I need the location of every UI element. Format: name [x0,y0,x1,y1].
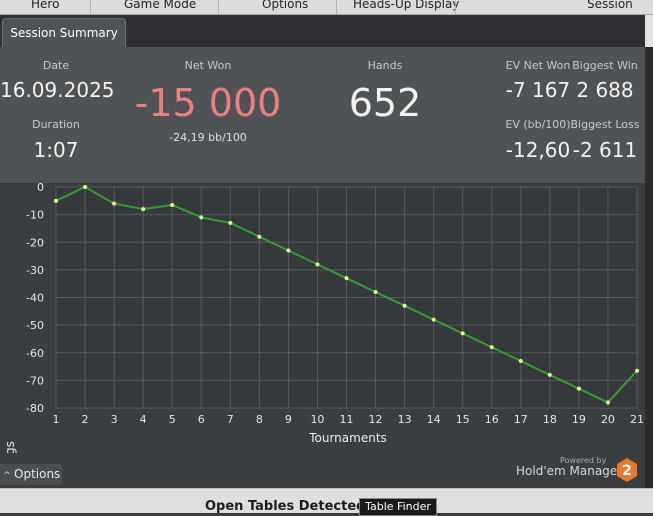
x-tick-label: 5 [169,413,176,426]
table-finder-button[interactable]: Table Finder [359,498,437,516]
session-summary-panel: Date 16.09.2025 Duration 1:07 Net Won -1… [0,47,645,183]
options-label: Options [14,467,61,481]
ev-net-won-value: -7 167 [505,78,571,102]
x-tick-label: 10 [310,413,324,426]
menu-separator [336,0,337,14]
x-tick-label: 6 [198,413,205,426]
data-point [605,400,610,405]
ev-bb-label: EV (bb/100) [505,118,571,131]
tab-scrollbar[interactable] [645,15,653,47]
x-axis-title: Tournaments [308,431,387,445]
x-tick-label: 17 [514,413,528,426]
tab-strip: Session Summary [0,15,653,48]
x-tick-label: 19 [572,413,586,426]
biggest-loss-value: -2 611 [572,138,638,162]
net-won-label: Net Won [184,59,232,72]
data-point [286,248,291,253]
chevron-up-icon: ^ [3,471,11,481]
duration-value: 1:07 [33,138,79,162]
y-tick-label: -10 [26,209,44,222]
menu-session[interactable]: Session [587,0,633,11]
data-point [257,234,262,239]
menu-hero[interactable]: Hero [31,0,59,11]
holdem-manager-logo-icon: 2 [617,458,637,482]
data-point [83,185,88,189]
net-won-value: -15 000 [134,81,282,125]
x-tick-label: 9 [285,413,292,426]
y-tick-labels: 0 -10 -20 -30 -40 -50 -60 -70 -80 [26,183,44,415]
data-point [170,202,175,207]
menu-game-mode[interactable]: Game Mode [124,0,196,11]
x-tick-label: 13 [398,413,412,426]
options-button[interactable]: ^ Options [0,464,62,485]
data-point [315,262,320,267]
data-point [112,201,117,206]
hands-value: 652 [348,81,422,125]
x-tick-label: 16 [485,413,499,426]
x-tick-label: 12 [369,413,383,426]
logo-badge-text: 2 [622,463,632,479]
data-point [518,359,523,364]
duration-label: Duration [32,118,80,131]
x-tick-label: 15 [456,413,470,426]
y-tick-label: 0 [37,183,44,194]
x-tick-labels: 1 2 3 4 5 6 7 8 9 10 11 12 13 14 15 16 17 18 19 20 21 [53,413,645,426]
y-tick-label: -80 [26,402,44,415]
ev-net-won-label: EV Net Won [505,59,571,72]
ev-bb-value: -12,60 [505,138,571,162]
menu-separator [218,0,219,14]
y-tick-label: -30 [26,264,44,277]
biggest-loss-label: Biggest Loss [570,118,640,131]
holdem-manager-name: Hold'em Manager [516,464,623,478]
data-point [228,220,233,225]
y-tick-label: -50 [26,319,44,332]
data-point [489,345,494,350]
x-tick-label: 2 [82,413,89,426]
x-tick-label: 1 [53,413,60,426]
hands-label: Hands [367,59,403,72]
y-tick-label: -40 [26,292,44,305]
x-tick-label: 14 [427,413,441,426]
x-tick-label: 4 [140,413,147,426]
x-tick-label: 3 [111,413,118,426]
x-tick-label: 11 [340,413,354,426]
bottom-bar: Open Tables Detected Table Finder [0,488,653,516]
biggest-win-value: 2 688 [576,78,634,102]
y-tick-label: -70 [26,374,44,387]
y-tick-label: -60 [26,347,44,360]
biggest-win-label: Biggest Win [572,59,638,72]
x-tick-label: 18 [543,413,557,426]
date-value: 16.09.2025 [0,78,115,102]
data-point [431,317,436,322]
data-point [576,386,581,391]
data-point [373,289,378,294]
x-tick-label: 7 [227,413,234,426]
chart-svg: 0-10-20-30-40-50-60-70-80 1 2 3 4 5 6 7 8 9 10 11 1… [3,183,645,453]
menu-separator [455,0,456,14]
menu-options[interactable]: Options [262,0,308,11]
data-point [402,303,407,308]
data-point [547,372,552,377]
menu-bar: Hero Game Mode Options Heads-Up Display … [0,0,653,15]
x-tick-label: 20 [601,413,615,426]
data-point [199,215,204,220]
y-tick-label: -20 [26,236,44,249]
menu-heads-up-display[interactable]: Heads-Up Display [353,0,459,11]
x-tick-label: 8 [256,413,263,426]
data-point [344,276,349,281]
date-label: Date [42,59,70,72]
y-axis-title: Net Winnings [3,441,17,453]
data-point [141,207,146,212]
net-won-rate: -24,19 bb/100 [169,131,247,144]
data-point [460,331,465,336]
data-point [54,198,58,203]
menu-separator [90,0,91,14]
data-point [635,368,639,373]
x-tick-label: 21 [630,413,644,426]
tab-session-summary[interactable]: Session Summary [2,18,126,48]
vertical-scrollbar[interactable] [645,47,653,488]
net-winnings-chart: 0 -10 -20 -30 -40 -50 -60 -70 -80 1 2 3 4 5 6 7 8 9 10 11 1… [0,183,645,488]
